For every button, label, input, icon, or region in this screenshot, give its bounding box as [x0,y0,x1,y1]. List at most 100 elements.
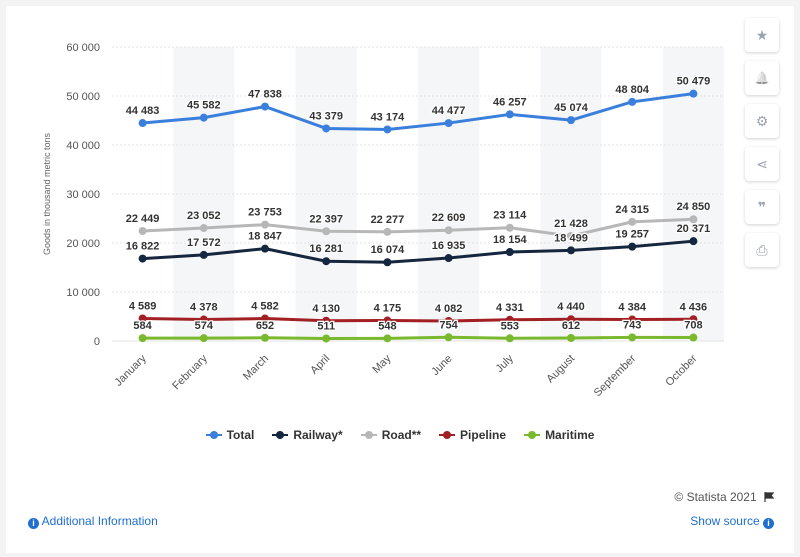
data-point [689,89,698,98]
data-point [383,227,392,236]
share-button[interactable]: ⋖ [745,147,779,181]
bell-icon: 🔔 [754,71,770,85]
data-point [505,334,514,343]
data-label: 43 174 [371,111,406,123]
info-icon: i [28,518,39,529]
print-button[interactable]: ⎙ [745,233,779,267]
line-chart: 0 10 000 20 000 30 000 40 000 50 000 60 000 Goo… [42,42,724,399]
legend-item-road[interactable]: Road** [360,428,421,442]
data-label: 23 052 [187,210,221,222]
data-label: 612 [562,320,580,332]
data-point [628,217,637,226]
data-label: 511 [317,320,335,332]
data-label: 548 [378,320,396,332]
copyright-notice: © Statista 2021 [674,490,774,504]
data-label: 24 315 [615,204,649,216]
data-label: 21 428 [554,218,588,230]
show-source-label: Show source [690,514,760,528]
y-tick-label: 30 000 [66,189,100,201]
legend-item-total[interactable]: Total [205,428,254,442]
data-point [689,333,698,342]
data-label: 574 [195,320,214,332]
data-label: 47 838 [248,89,282,101]
data-label: 584 [133,320,152,332]
data-label: 44 477 [432,105,466,117]
data-point [444,119,453,128]
x-tick-label: June [429,353,454,378]
legend-swatch [524,430,541,440]
share-icon: ⋖ [756,155,768,172]
x-tick-label: October [663,352,699,388]
additional-information-label: Additional Information [41,514,158,528]
additional-information-link[interactable]: i Additional Information [28,514,158,529]
cite-button[interactable]: ❞ [745,190,779,224]
x-tick-label: March [241,353,271,383]
copyright-text: © Statista 2021 [674,490,757,504]
series-line-maritime [142,335,694,340]
data-label: 16 281 [309,243,343,255]
data-label: 18 154 [493,234,528,246]
data-point [322,124,331,133]
settings-button[interactable]: ⚙ [745,104,779,138]
star-icon: ★ [755,26,769,43]
data-label: 4 436 [680,301,708,313]
legend-item-pipeline[interactable]: Pipeline [439,428,506,442]
data-label: 16 074 [371,244,406,256]
data-label: 44 483 [126,105,160,117]
data-label: 22 609 [432,212,466,224]
data-label: 23 114 [493,210,527,222]
data-point [505,248,514,257]
legend-label: Railway* [293,428,343,442]
data-point [261,220,269,229]
data-label: 553 [501,320,519,332]
show-source-link[interactable]: Show source i [690,514,774,529]
data-label: 18 499 [554,232,588,244]
data-label: 16 822 [126,241,160,253]
data-label: 4 175 [374,303,402,315]
flag-icon[interactable] [764,492,774,502]
chart-legend: Total Railway* Road** Pipeline Maritime [0,428,800,442]
y-tick-label: 20 000 [66,238,100,250]
y-tick-label: 10 000 [66,287,100,299]
data-label: 743 [623,319,641,331]
data-label: 43 379 [309,110,343,122]
data-point [689,215,698,224]
data-point [199,334,208,343]
data-label: 4 384 [618,302,646,314]
data-label: 4 331 [496,302,524,314]
data-point [261,102,269,111]
data-label: 45 582 [187,100,221,112]
y-tick-label: 60 000 [66,42,100,54]
favorite-button[interactable]: ★ [745,18,779,52]
data-point [138,226,147,235]
data-point [567,116,575,125]
data-label: 19 257 [615,229,649,241]
x-tick-label: April [308,353,332,377]
legend-item-railway[interactable]: Railway* [272,428,343,442]
data-point [199,224,208,233]
data-label: 22 449 [126,213,160,225]
data-point [444,254,453,263]
legend-item-maritime[interactable]: Maritime [524,428,594,442]
data-label: 45 074 [554,102,589,114]
data-label: 23 753 [248,207,282,219]
data-label: 22 277 [371,214,405,226]
notification-button[interactable]: 🔔 [745,61,779,95]
y-tick-label: 0 [94,336,100,348]
data-label: 754 [439,319,458,331]
data-label: 20 371 [677,223,711,235]
data-label: 4 582 [251,301,279,313]
data-point [138,334,147,343]
data-label: 652 [256,320,274,332]
data-label: 17 572 [187,237,221,249]
data-label: 24 850 [677,201,711,213]
print-icon: ⎙ [756,241,768,258]
data-point [505,110,514,119]
data-label: 4 378 [190,302,218,314]
legend-swatch [272,430,289,440]
data-point [628,333,637,342]
data-label: 4 440 [557,301,585,313]
legend-label: Pipeline [460,428,507,442]
legend-swatch [439,430,456,440]
data-label: 4 130 [312,303,340,315]
